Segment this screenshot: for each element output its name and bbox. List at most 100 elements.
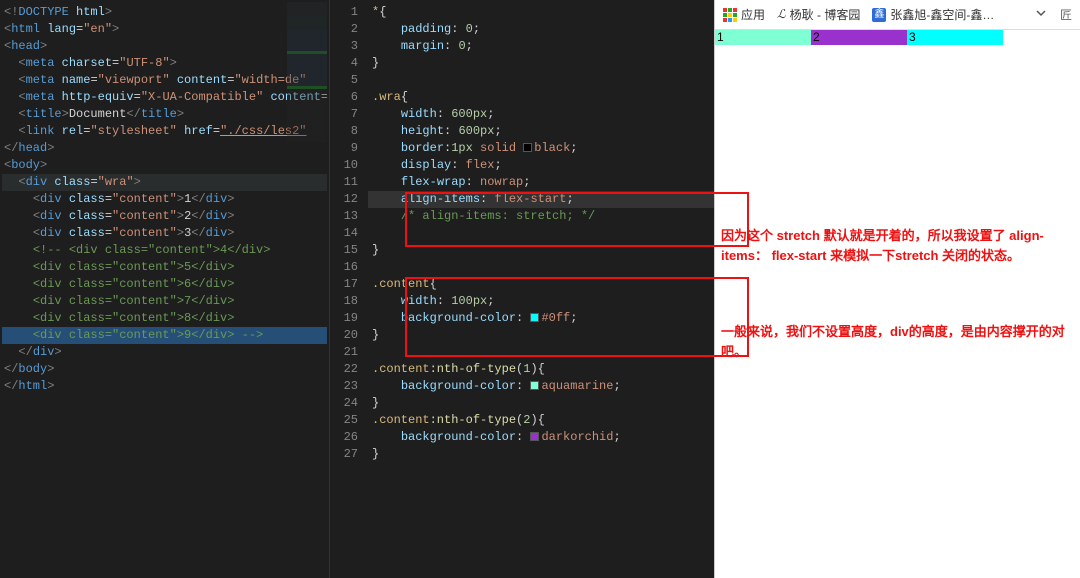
line-number: 3: [330, 38, 368, 55]
code-line[interactable]: <!DOCTYPE html>: [2, 4, 327, 21]
favicon-2: 鑫: [872, 8, 886, 22]
code-body-css[interactable]: *{ padding: 0; margin: 0;} .wra{ width: …: [368, 0, 714, 578]
code-line[interactable]: </html>: [2, 378, 327, 395]
code-line[interactable]: display: flex;: [368, 157, 714, 174]
code-line[interactable]: <div class="content">7</div>: [2, 293, 327, 310]
line-number: 21: [330, 344, 368, 361]
line-number: 20: [330, 327, 368, 344]
bookmarks-overflow-icon[interactable]: [1034, 6, 1048, 23]
line-number: 15: [330, 242, 368, 259]
code-line[interactable]: <div class="content">8</div>: [2, 310, 327, 327]
annotation-1: 因为这个 stretch 默认就是开着的，所以我设置了 align-items：…: [721, 226, 1073, 265]
code-line[interactable]: <div class="content">6</div>: [2, 276, 327, 293]
code-line[interactable]: <div class="content">3</div>: [2, 225, 327, 242]
apps-icon: [723, 8, 737, 22]
code-line[interactable]: </head>: [2, 140, 327, 157]
bookmark-item-2[interactable]: 鑫 张鑫旭-鑫空间-鑫…: [872, 6, 994, 23]
annotation-2: 一般来说，我们不设置高度，div的高度，是由内容撑开的对吧。: [721, 322, 1073, 361]
code-line[interactable]: /* align-items: stretch; */: [368, 208, 714, 225]
code-line[interactable]: padding: 0;: [368, 21, 714, 38]
code-line[interactable]: [368, 225, 714, 242]
preview-cell-2: 2: [811, 30, 907, 45]
line-number: 18: [330, 293, 368, 310]
line-number: 6: [330, 89, 368, 106]
line-number: 1: [330, 4, 368, 21]
code-line[interactable]: [368, 72, 714, 89]
code-line[interactable]: </body>: [2, 361, 327, 378]
code-line[interactable]: border:1px solid black;: [368, 140, 714, 157]
line-number: 17: [330, 276, 368, 293]
code-line[interactable]: *{: [368, 4, 714, 21]
code-line[interactable]: [368, 344, 714, 361]
code-line[interactable]: }: [368, 242, 714, 259]
line-number: 5: [330, 72, 368, 89]
code-line[interactable]: .wra{: [368, 89, 714, 106]
browser-pane: 应用 ℒ 杨耿 - 博客园 鑫 张鑫旭-鑫空间-鑫… 匠 1 2 3 因为这个 …: [714, 0, 1080, 578]
bookmark-label-2: 张鑫旭-鑫空间-鑫…: [890, 6, 994, 23]
code-line[interactable]: <div class="content">9</div> -->: [2, 327, 327, 344]
code-line[interactable]: flex-wrap: nowrap;: [368, 174, 714, 191]
line-number: 11: [330, 174, 368, 191]
code-line[interactable]: width: 600px;: [368, 106, 714, 123]
bookmark-label-1: 杨耿 - 博客园: [790, 6, 861, 23]
code-line[interactable]: <div class="content">2</div>: [2, 208, 327, 225]
bookmark-item-1[interactable]: ℒ 杨耿 - 博客园: [777, 6, 860, 23]
code-line[interactable]: </div>: [2, 344, 327, 361]
code-line[interactable]: <html lang="en">: [2, 21, 327, 38]
code-line[interactable]: background-color: darkorchid;: [368, 429, 714, 446]
code-line[interactable]: .content:nth-of-type(1){: [368, 361, 714, 378]
code-line[interactable]: <meta name="viewport" content="width=de": [2, 72, 327, 89]
code-line[interactable]: background-color: #0ff;: [368, 310, 714, 327]
code-line[interactable]: height: 600px;: [368, 123, 714, 140]
code-line[interactable]: <!-- <div class="content">4</div>: [2, 242, 327, 259]
editor-pane-css[interactable]: 1234567891011121314151617181920212223242…: [330, 0, 714, 578]
code-line[interactable]: margin: 0;: [368, 38, 714, 55]
line-gutter: 1234567891011121314151617181920212223242…: [330, 0, 368, 578]
line-number: 8: [330, 123, 368, 140]
code-line[interactable]: align-items: flex-start;: [368, 191, 714, 208]
code-line[interactable]: width: 100px;: [368, 293, 714, 310]
line-number: 14: [330, 225, 368, 242]
code-line[interactable]: }: [368, 446, 714, 463]
code-line[interactable]: <link rel="stylesheet" href="./css/les2": [2, 123, 327, 140]
line-number: 2: [330, 21, 368, 38]
root: <!DOCTYPE html><html lang="en"><head> <m…: [0, 0, 1080, 578]
code-body-html[interactable]: <!DOCTYPE html><html lang="en"><head> <m…: [2, 4, 327, 395]
code-line[interactable]: }: [368, 327, 714, 344]
apps-button[interactable]: 应用: [723, 6, 765, 23]
code-line[interactable]: <div class="content">5</div>: [2, 259, 327, 276]
bookmarks-bar[interactable]: 应用 ℒ 杨耿 - 博客园 鑫 张鑫旭-鑫空间-鑫… 匠: [715, 0, 1080, 30]
line-number: 16: [330, 259, 368, 276]
line-number: 26: [330, 429, 368, 446]
line-number: 22: [330, 361, 368, 378]
line-number: 9: [330, 140, 368, 157]
code-line[interactable]: <div class="wra">: [2, 174, 327, 191]
line-number: 10: [330, 157, 368, 174]
line-number: 7: [330, 106, 368, 123]
minimap[interactable]: [287, 2, 327, 142]
code-line[interactable]: .content{: [368, 276, 714, 293]
code-line[interactable]: }: [368, 395, 714, 412]
code-line[interactable]: [368, 259, 714, 276]
line-number: 19: [330, 310, 368, 327]
line-number: 12: [330, 191, 368, 208]
code-line[interactable]: }: [368, 55, 714, 72]
truncated-item: 匠: [1060, 6, 1072, 23]
line-number: 13: [330, 208, 368, 225]
apps-label: 应用: [741, 6, 765, 23]
preview-cell-1: 1: [715, 30, 811, 45]
line-number: 25: [330, 412, 368, 429]
code-line[interactable]: <title>Document</title>: [2, 106, 327, 123]
code-line[interactable]: .content:nth-of-type(2){: [368, 412, 714, 429]
code-line[interactable]: <head>: [2, 38, 327, 55]
code-line[interactable]: <meta charset="UTF-8">: [2, 55, 327, 72]
code-line[interactable]: <body>: [2, 157, 327, 174]
favicon-1: ℒ: [777, 7, 786, 22]
preview-wra: 1 2 3: [715, 30, 1080, 45]
editor-pane-html[interactable]: <!DOCTYPE html><html lang="en"><head> <m…: [0, 0, 330, 578]
code-line[interactable]: <meta http-equiv="X-UA-Compatible" conte…: [2, 89, 327, 106]
code-line[interactable]: background-color: aquamarine;: [368, 378, 714, 395]
line-number: 4: [330, 55, 368, 72]
rendered-page: 1 2 3 因为这个 stretch 默认就是开着的，所以我设置了 align-…: [715, 30, 1080, 578]
code-line[interactable]: <div class="content">1</div>: [2, 191, 327, 208]
